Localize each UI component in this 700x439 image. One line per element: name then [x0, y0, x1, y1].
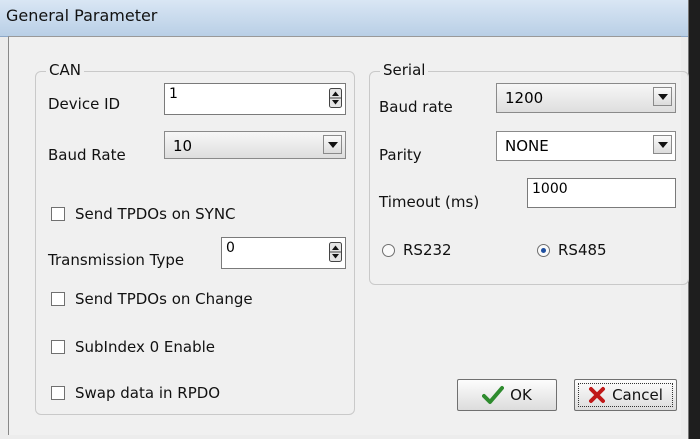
spin-arrows-icon[interactable] — [329, 88, 342, 108]
cancel-label: Cancel — [612, 386, 663, 404]
chevron-down-icon[interactable] — [323, 135, 342, 154]
ok-label: OK — [510, 386, 532, 404]
window-title: General Parameter — [6, 6, 158, 25]
cancel-button[interactable]: Cancel — [574, 379, 677, 411]
transmission-type-label: Transmission Type — [48, 251, 185, 269]
transmission-type-value: 0 — [226, 240, 235, 256]
can-baud-rate-combo[interactable]: 10 — [164, 131, 346, 159]
parity-combo[interactable]: NONE — [496, 131, 676, 161]
checkmark-icon — [482, 386, 505, 404]
can-group-legend: CAN — [46, 61, 84, 79]
serial-baud-rate-label: Baud rate — [379, 98, 453, 116]
subindex0-enable-checkbox[interactable]: SubIndex 0 Enable — [51, 338, 215, 356]
serial-baud-rate-combo[interactable]: 1200 — [496, 83, 676, 113]
title-bar[interactable]: General Parameter — [0, 0, 688, 37]
chevron-down-icon[interactable] — [653, 87, 672, 106]
send-tpdos-sync-checkbox[interactable]: Send TPDOs on SYNC — [51, 205, 236, 223]
subindex0-enable-label: SubIndex 0 Enable — [75, 338, 216, 356]
dialog-body: CAN Device ID 1 Baud Rate 10 Send TPDOs … — [8, 36, 689, 435]
radio-circle-selected[interactable] — [537, 243, 550, 257]
device-id-value: 1 — [169, 86, 178, 102]
parity-value: NONE — [505, 137, 549, 155]
device-id-label: Device ID — [48, 95, 121, 113]
spin-arrows-icon[interactable] — [329, 242, 342, 262]
checkbox-box[interactable] — [51, 292, 65, 306]
send-tpdos-change-label: Send TPDOs on Change — [75, 290, 253, 308]
device-id-spinbox[interactable]: 1 — [164, 83, 346, 115]
send-tpdos-sync-label: Send TPDOs on SYNC — [75, 205, 236, 223]
swap-rpdo-checkbox[interactable]: Swap data in RPDO — [51, 384, 220, 402]
timeout-label: Timeout (ms) — [379, 193, 480, 211]
parity-label: Parity — [379, 146, 422, 164]
radio-circle[interactable] — [382, 243, 395, 257]
timeout-input[interactable]: 1000 — [527, 178, 676, 208]
transmission-type-spinbox[interactable]: 0 — [221, 237, 346, 269]
checkbox-box[interactable] — [51, 386, 65, 400]
checkbox-box[interactable] — [51, 340, 65, 354]
general-parameter-window: General Parameter CAN Device ID 1 Baud R… — [0, 0, 689, 439]
serial-group-legend: Serial — [380, 61, 429, 79]
red-x-icon — [589, 387, 606, 403]
rs232-label: RS232 — [403, 241, 452, 259]
timeout-value: 1000 — [532, 181, 568, 197]
rs485-radio[interactable]: RS485 — [537, 241, 607, 259]
can-baud-rate-value: 10 — [173, 137, 193, 155]
send-tpdos-change-checkbox[interactable]: Send TPDOs on Change — [51, 290, 253, 308]
baud-rate-label: Baud Rate — [48, 146, 126, 164]
checkbox-box[interactable] — [51, 207, 65, 221]
chevron-down-icon[interactable] — [653, 135, 672, 154]
serial-baud-rate-value: 1200 — [505, 89, 544, 107]
rs232-radio[interactable]: RS232 — [382, 241, 452, 259]
swap-rpdo-label: Swap data in RPDO — [75, 384, 221, 402]
rs485-label: RS485 — [558, 241, 607, 259]
ok-button[interactable]: OK — [457, 379, 557, 411]
